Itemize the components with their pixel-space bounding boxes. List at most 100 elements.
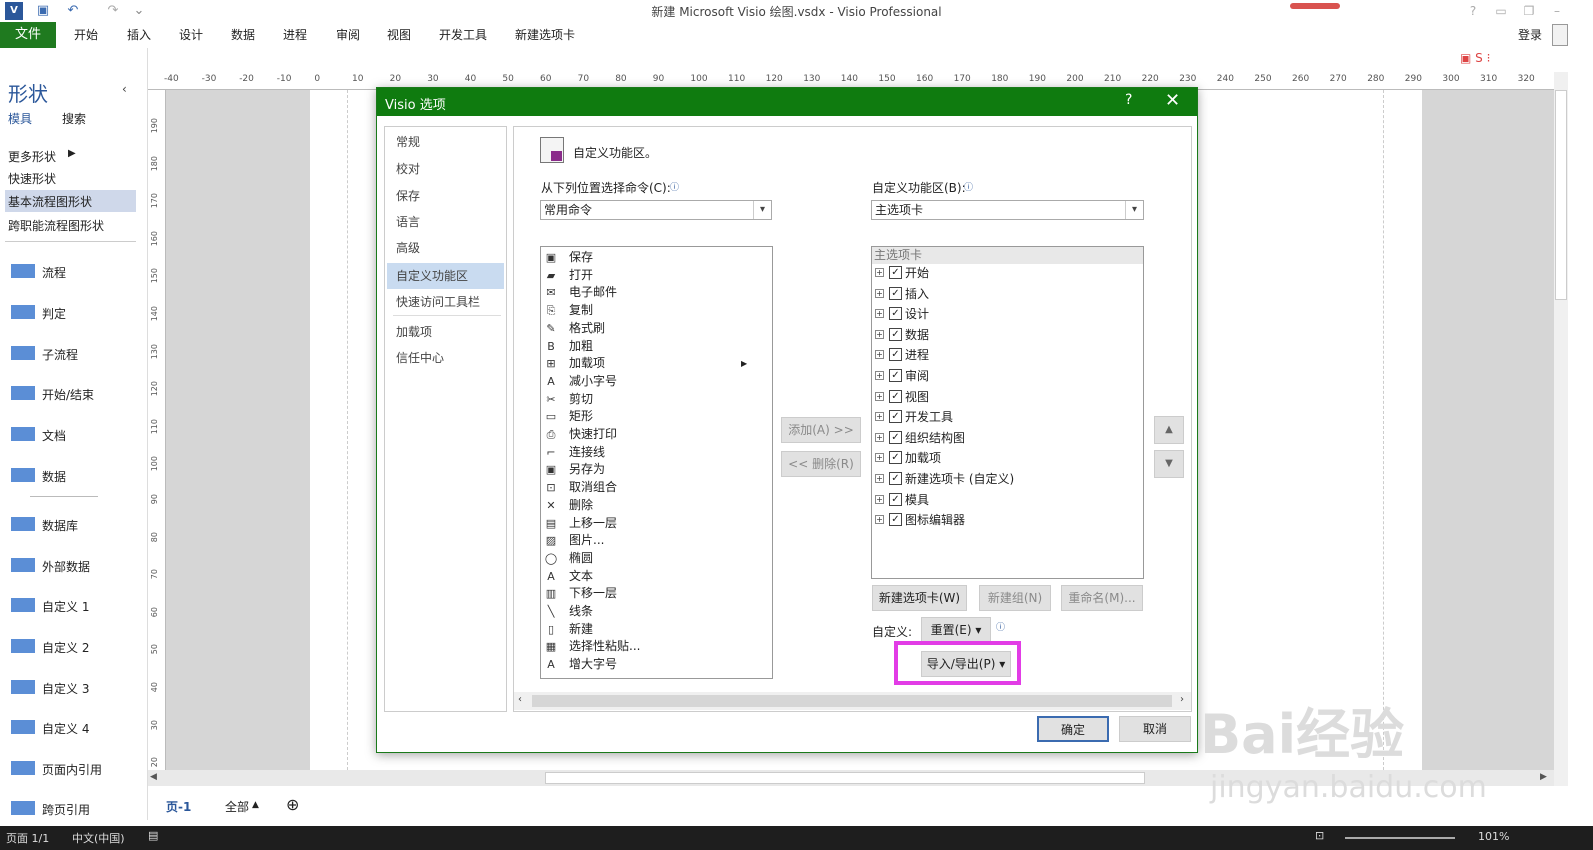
horizontal-scroll-thumb[interactable]	[545, 772, 1145, 784]
nav-item[interactable]: 快速访问工具栏	[385, 289, 506, 315]
reset-button[interactable]: 重置(E) ▾	[921, 617, 991, 643]
customize-ribbon-combo[interactable]: 主选项卡 ▾	[871, 200, 1144, 220]
tab-insert[interactable]: 插入	[127, 22, 151, 48]
tab-data[interactable]: 数据	[231, 22, 255, 48]
nav-item[interactable]: 高级	[385, 235, 506, 261]
checkbox[interactable]: ✓	[889, 348, 902, 362]
command-item[interactable]: ▤ 上移一层	[541, 515, 756, 533]
ok-button[interactable]: 确定	[1037, 716, 1109, 742]
new-group-button[interactable]: 新建组(N)	[979, 585, 1051, 611]
nav-item[interactable]: 信任中心	[385, 345, 506, 371]
ribbon-tabs-tree[interactable]: 主选项卡 + ✓ 开始 + ✓ 插入 + ✓ 设计 + ✓ 数据 + ✓ 进程 + ✓ 审阅 + ✓ 视图 + ✓ 开发工具 +…	[871, 246, 1144, 579]
command-item[interactable]: ▣ 保存	[541, 249, 756, 267]
tab-process[interactable]: 进程	[283, 22, 307, 48]
minimize-icon[interactable]: –	[1546, 2, 1568, 20]
rename-button[interactable]: 重命名(M)...	[1061, 585, 1143, 611]
tab-stencils[interactable]: 模具	[8, 110, 32, 127]
add-page-icon[interactable]: ⊕	[286, 795, 299, 814]
zoom-slider[interactable]	[1345, 837, 1455, 839]
shape-item[interactable]: 判定	[8, 299, 138, 329]
ime-toolbar-icon[interactable]: ▣ S ⁝	[1460, 51, 1520, 69]
cancel-button[interactable]: 取消	[1119, 716, 1191, 742]
tab-new[interactable]: 新建选项卡	[515, 22, 575, 48]
command-item[interactable]: ◯ 椭圆	[541, 550, 756, 568]
shape-item[interactable]: 自定义 3	[8, 674, 138, 704]
nav-item[interactable]: 自定义功能区	[387, 263, 504, 289]
expand-icon[interactable]: +	[875, 515, 884, 525]
command-item[interactable]: B 加粗	[541, 338, 756, 356]
expand-icon[interactable]: +	[875, 329, 884, 339]
move-down-button[interactable]: ▼	[1154, 450, 1184, 478]
command-item[interactable]: ⊡ 取消组合	[541, 479, 756, 497]
page-tab-1[interactable]: 页-1	[166, 798, 191, 815]
scroll-left-icon[interactable]: ◀	[150, 772, 157, 782]
checkbox[interactable]: ✓	[889, 307, 902, 321]
tab-home[interactable]: 开始	[74, 22, 98, 48]
close-icon[interactable]: ✕	[1165, 90, 1180, 111]
ribbon-tab-node[interactable]: + ✓ 开发工具	[875, 407, 1140, 427]
shape-item[interactable]: 自定义 1	[8, 592, 138, 622]
shape-item[interactable]: 跨页引用	[8, 795, 138, 825]
expand-icon[interactable]: +	[875, 412, 884, 422]
ribbon-tab-node[interactable]: + ✓ 组织结构图	[875, 428, 1140, 448]
command-item[interactable]: ✉ 电子邮件	[541, 284, 756, 302]
command-item[interactable]: ▭ 矩形	[541, 408, 756, 426]
more-shapes-link[interactable]: 更多形状	[8, 148, 56, 165]
checkbox[interactable]: ✓	[889, 327, 902, 341]
command-item[interactable]: ✂ 剪切	[541, 391, 756, 409]
avatar[interactable]	[1552, 24, 1568, 46]
new-tab-button[interactable]: 新建选项卡(W)	[872, 585, 967, 611]
move-up-button[interactable]: ▲	[1154, 416, 1184, 444]
expand-icon[interactable]: +	[875, 371, 884, 380]
command-item[interactable]: ⎘ 复制	[541, 302, 756, 320]
shape-item[interactable]: 子流程	[8, 340, 138, 370]
command-item[interactable]: ▥ 下移一层	[541, 585, 756, 603]
command-item[interactable]: ▨ 图片...	[541, 532, 756, 550]
tab-view[interactable]: 视图	[387, 22, 411, 48]
expand-icon[interactable]: +	[875, 268, 884, 277]
command-item[interactable]: A 增大字号	[541, 656, 756, 674]
tab-search[interactable]: 搜索	[62, 110, 86, 127]
remove-button[interactable]: << 删除(R)	[781, 451, 861, 477]
zoom-level[interactable]: 101%	[1478, 830, 1509, 843]
checkbox[interactable]: ✓	[889, 430, 902, 444]
commands-list[interactable]: ▲ ▼ ▣保存▰打开✉电子邮件⎘复制✎格式刷B加粗⊞加载项▶A减小字号✂剪切▭矩…	[540, 246, 773, 679]
shape-item[interactable]: 自定义 4	[8, 714, 138, 744]
command-item[interactable]: ⊞ 加载项 ▶	[541, 355, 756, 373]
fit-page-icon[interactable]: ⊡	[1315, 829, 1324, 842]
vertical-scroll-thumb[interactable]	[1555, 90, 1567, 300]
expand-icon[interactable]: +	[875, 432, 884, 442]
shape-item[interactable]: 开始/结束	[8, 380, 138, 410]
ribbon-tab-node[interactable]: + ✓ 设计	[875, 304, 1140, 324]
ribbon-tab-node[interactable]: + ✓ 新建选项卡 (自定义)	[875, 469, 1140, 489]
checkbox[interactable]: ✓	[889, 513, 902, 527]
chevron-down-icon[interactable]: ▾	[1125, 201, 1143, 219]
command-item[interactable]: ⌐ 连接线	[541, 444, 756, 462]
command-item[interactable]: ✕ 删除	[541, 497, 756, 515]
checkbox[interactable]: ✓	[889, 266, 902, 279]
login-link[interactable]: 登录	[1518, 26, 1542, 43]
expand-icon[interactable]: +	[875, 391, 884, 401]
command-item[interactable]: ▦ 选择性粘贴...	[541, 638, 756, 656]
tab-design[interactable]: 设计	[179, 22, 203, 48]
chevron-down-icon[interactable]: ▾	[753, 201, 771, 219]
command-item[interactable]: ▯ 新建	[541, 621, 756, 639]
expand-icon[interactable]: +	[875, 350, 884, 360]
help-icon[interactable]: ?	[1462, 2, 1484, 20]
nav-item[interactable]: 校对	[385, 156, 506, 182]
tab-developer[interactable]: 开发工具	[439, 22, 487, 48]
ribbon-tab-node[interactable]: + ✓ 审阅	[875, 366, 1140, 386]
macro-icon[interactable]: ▤	[148, 829, 158, 842]
dialog-help-icon[interactable]: ?	[1125, 92, 1132, 108]
restore-icon[interactable]: ❐	[1518, 2, 1540, 20]
checkbox[interactable]: ✓	[889, 410, 902, 424]
ribbon-tab-node[interactable]: + ✓ 模具	[875, 490, 1140, 510]
command-item[interactable]: ✎ 格式刷	[541, 320, 756, 338]
ribbon-tab-node[interactable]: + ✓ 图标编辑器	[875, 510, 1140, 530]
checkbox[interactable]: ✓	[889, 451, 902, 465]
file-tab[interactable]: 文件	[0, 22, 56, 48]
collapse-panel-icon[interactable]: ‹	[122, 82, 127, 96]
expand-icon[interactable]: +	[875, 288, 884, 298]
ribbon-tab-node[interactable]: + ✓ 开始	[875, 263, 1140, 283]
command-item[interactable]: ▰ 打开	[541, 267, 756, 285]
